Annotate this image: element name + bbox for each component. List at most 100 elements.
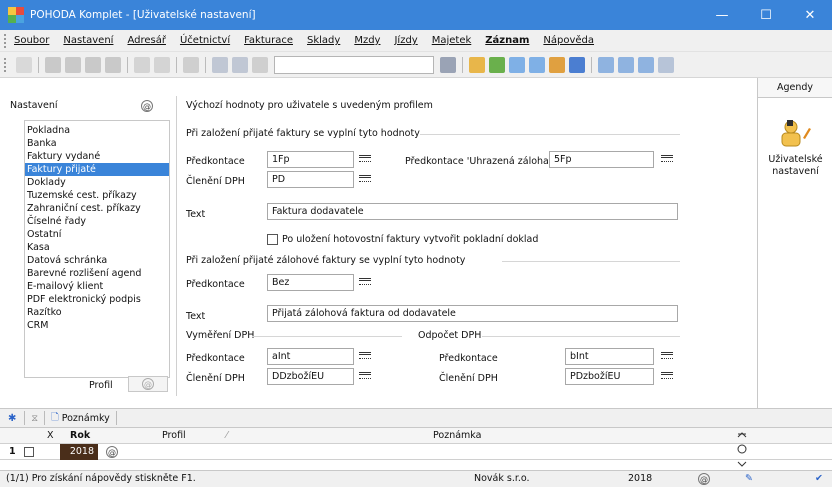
preview-icon[interactable] [85,56,101,73]
col-poznamka-header[interactable]: Poznámka [433,428,481,444]
odp-cleneni-label: Členění DPH [439,373,498,384]
agendy-panel: Agendy Uživatelské nastavení [757,78,832,408]
save-icon[interactable] [212,56,228,73]
zal-predkontace-field[interactable]: Bez [267,274,354,291]
odp-predkontace-field[interactable]: bInt [565,348,654,365]
status-bar: (1/1) Pro získání nápovědy stiskněte F1.… [0,470,832,487]
nav-item-faktury-prijate[interactable]: Faktury přijaté [25,163,169,176]
nav-item-email-klient[interactable]: E-mailový klient [25,280,169,293]
nav-item-doklady[interactable]: Doklady [25,176,169,189]
users-icon[interactable] [549,56,565,73]
nav-item-ostatni[interactable]: Ostatní [25,228,169,241]
zal-predkontace-picker-icon[interactable] [358,274,372,290]
settings-icon[interactable] [45,56,61,73]
vym-predkontace-picker-icon[interactable] [358,348,372,364]
nav-item-barevne-rozliseni[interactable]: Barevné rozlišení agend [25,267,169,280]
odp-cleneni-field[interactable]: PDzbožíEU [565,368,654,385]
nav-item-tuzemske-prikazy[interactable]: Tuzemské cest. příkazy [25,189,169,202]
window-split-icon[interactable] [618,56,634,73]
nav-item-pokladna[interactable]: Pokladna [25,124,169,137]
star-icon[interactable]: ✱ [8,413,16,424]
nav-item-crm[interactable]: CRM [25,319,169,332]
at-icon: @ [698,473,710,485]
nav-item-datova-schranka[interactable]: Datová schránka [25,254,169,267]
col-x-header[interactable]: X [47,428,54,444]
create-cash-doc-checkbox[interactable] [267,234,278,245]
vertical-scrollbar[interactable] [733,428,751,470]
vym-predkontace-field[interactable]: aInt [267,348,354,365]
back-arrow-icon[interactable] [183,56,199,73]
menu-sklady[interactable]: Sklady [307,35,340,46]
maximize-button[interactable]: ☐ [744,0,788,30]
nav-item-kasa[interactable]: Kasa [25,241,169,254]
copy-icon[interactable] [252,56,268,73]
col-rok-header[interactable]: Rok [70,428,90,444]
odp-predkontace-picker-icon[interactable] [660,348,674,364]
agendy-item-label[interactable]: Uživatelské nastavení [758,154,832,178]
quick-search-input[interactable] [274,55,434,74]
row-checkbox[interactable] [24,447,34,457]
iban-icon[interactable] [569,56,585,73]
nav-item-razitko[interactable]: Razítko [25,306,169,319]
nav-item-zahranicni-prikazy[interactable]: Zahraniční cest. příkazy [25,202,169,215]
predkontace-label: Předkontace [186,156,245,167]
new-record-icon[interactable] [134,56,150,73]
notes-grid-header: X Rok Profil ⁄ Poznámka [0,428,832,444]
nav-item-banka[interactable]: Banka [25,137,169,150]
predkontace-picker-icon[interactable] [358,151,372,167]
menu-napoveda[interactable]: Nápověda [543,35,594,46]
table-row[interactable]: 1 2018 @ [0,444,832,460]
cleneni-picker-icon[interactable] [358,171,372,187]
predkontace-zaloha-field[interactable]: 5Fp [549,151,654,168]
vymereni-rule [252,336,402,337]
panel-divider [176,96,177,396]
predkontace-field[interactable]: 1Fp [267,151,354,168]
row-rok-cell[interactable]: 2018 [60,444,98,460]
minimize-button[interactable]: — [700,0,744,30]
predkontace-zaloha-label: Předkontace 'Uhrazená záloha' [405,156,552,167]
calculator-icon[interactable] [509,56,525,73]
text-field[interactable]: Faktura dodavatele [267,203,678,220]
nav-item-ciselne-rady[interactable]: Číselné řady [25,215,169,228]
col-profil-header[interactable]: Profil [162,428,186,444]
filter-icon[interactable] [440,56,456,73]
menu-mzdy[interactable]: Mzdy [354,35,380,46]
nav-item-faktury-vydane[interactable]: Faktury vydané [25,150,169,163]
menu-soubor[interactable]: Soubor [14,35,49,46]
zal-text-field[interactable]: Přijatá zálohová faktura od dodavatele [267,305,678,322]
window-icon[interactable] [598,56,614,73]
help-icon[interactable] [658,56,674,73]
print-icon[interactable] [65,56,81,73]
toolbar-grip[interactable] [4,57,8,72]
filter-tab-icon[interactable]: ⧖ [31,413,38,424]
save-close-icon[interactable] [232,56,248,73]
toolbar [0,52,832,78]
profil-field[interactable]: @ [128,376,168,392]
settings-nav-list[interactable]: Pokladna Banka Faktury vydané Faktury př… [24,120,170,378]
menu-zaznam[interactable]: Záznam [485,35,529,46]
menu-fakturace[interactable]: Fakturace [244,35,293,46]
cleneni-field[interactable]: PD [267,171,354,188]
link-icon[interactable] [489,56,505,73]
edit-icon[interactable] [154,56,170,73]
close-button[interactable]: ✕ [788,0,832,30]
agenda-icon[interactable] [16,56,32,73]
window-tile-icon[interactable] [638,56,654,73]
folder-icon[interactable] [469,56,485,73]
vym-cleneni-field[interactable]: DDzbožíEU [267,368,354,385]
menu-adresar[interactable]: Adresář [127,35,166,46]
menu-ucetnictvi[interactable]: Účetnictví [180,35,230,46]
menubar-grip[interactable] [4,33,8,48]
vym-cleneni-picker-icon[interactable] [358,368,372,384]
user-settings-icon[interactable] [778,118,812,148]
menu-jizdy[interactable]: Jízdy [394,35,417,46]
print-settings-icon[interactable] [105,56,121,73]
nav-item-pdf-podpis[interactable]: PDF elektronický podpis [25,293,169,306]
tab-poznamky[interactable]: Poznámky [62,413,110,424]
document-icon[interactable] [529,56,545,73]
section1-title: Při založení přijaté faktury se vyplní t… [186,128,420,139]
menu-nastaveni[interactable]: Nastavení [63,35,113,46]
menu-majetek[interactable]: Majetek [432,35,472,46]
odp-cleneni-picker-icon[interactable] [660,368,674,384]
predkontace-zaloha-picker-icon[interactable] [660,151,674,167]
